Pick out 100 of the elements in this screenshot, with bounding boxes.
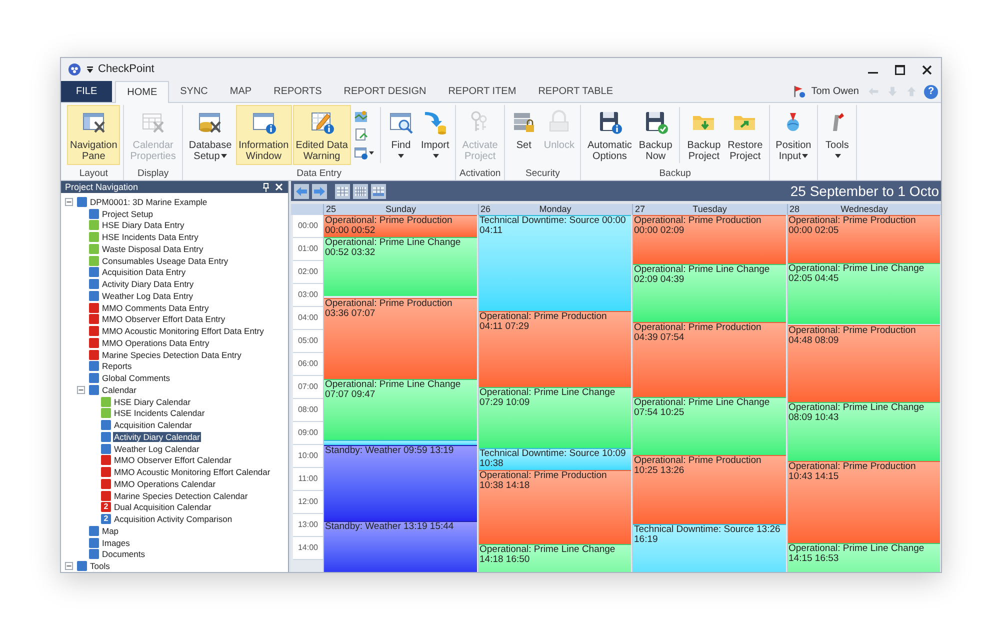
view-button[interactable]: [353, 184, 368, 199]
calendar-event[interactable]: Operational: Prime Line Change 02:05 04:45: [788, 262, 940, 324]
tree-item[interactable]: Acquisition Activity Comparison: [113, 514, 234, 524]
tree-item[interactable]: MMO Observer Effort Calendar: [113, 455, 232, 466]
time-label: 14:00: [298, 544, 318, 552]
ribbon-button[interactable]: Restore Project: [724, 105, 766, 165]
calendar-event[interactable]: Operational: Prime Production 03:36 07:07: [324, 298, 476, 379]
tree-item[interactable]: Tools: [89, 561, 111, 572]
app-icon[interactable]: [68, 63, 81, 76]
ribbon-button[interactable]: Database Setup: [186, 105, 235, 165]
ribbon-button[interactable]: Navigation Pane: [67, 105, 120, 165]
tree-item[interactable]: Activity Diary Calendar: [113, 432, 201, 442]
ribbon-button[interactable]: Edited Data Warning: [292, 105, 351, 165]
tree-item[interactable]: MMO Acoustic Monitoring Effort Calendar: [113, 467, 272, 478]
calendar-event[interactable]: Operational: Prime Production 00:00 00:52: [324, 215, 476, 237]
calendar-event[interactable]: Operational: Prime Line Change 07:07 09:47: [324, 378, 476, 440]
calendar-event[interactable]: Operational: Prime Line Change 14:15 16:53: [788, 542, 940, 572]
ribbon-button[interactable]: Backup Now: [636, 105, 676, 165]
calendar-event[interactable]: Operational: Prime Production 04:48 08:09: [788, 325, 940, 402]
close-icon[interactable]: [922, 64, 932, 74]
collapse-icon[interactable]: [65, 562, 73, 570]
tree-item[interactable]: Activity Diary Data Entry: [101, 279, 195, 290]
help-icon[interactable]: ?: [924, 84, 938, 98]
window-info-button[interactable]: [354, 145, 374, 160]
tree-item[interactable]: Weather Log Data Entry: [101, 290, 194, 301]
ribbon-button[interactable]: Find: [384, 105, 417, 165]
day-number: 27: [635, 205, 646, 214]
tree-item[interactable]: MMO Comments Data Entry: [101, 302, 210, 313]
tree-item[interactable]: Documents: [101, 549, 146, 560]
day-number: 26: [480, 205, 491, 214]
tree-item[interactable]: Acquisition Calendar: [113, 420, 193, 430]
calendar-event[interactable]: Operational: Prime Line Change 07:54 10:25: [633, 396, 786, 455]
calendar-event[interactable]: Operational: Prime Line Change 02:09 04:39: [633, 264, 786, 322]
calendar-event[interactable]: Operational: Prime Line Change 00:52 03:32: [324, 237, 476, 296]
tree-item[interactable]: HSE Incidents Data Entry: [101, 232, 200, 242]
ribbon-button[interactable]: Automatic Options: [584, 105, 635, 165]
tree-item[interactable]: Images: [101, 538, 131, 548]
calendar-event[interactable]: Operational: Prime Line Change 14:18 16:50: [478, 544, 631, 572]
tree-item[interactable]: Dual Acquisition Calendar: [113, 502, 212, 512]
map-button[interactable]: [354, 109, 370, 124]
ribbon-tab[interactable]: REPORT ITEM: [437, 81, 528, 102]
collapse-icon[interactable]: [65, 198, 73, 206]
calendar-event[interactable]: Operational: Prime Production 10:25 13:26: [633, 454, 786, 524]
ribbon-tab[interactable]: SYNC: [169, 81, 219, 102]
tree-item[interactable]: Waste Disposal Data Entry: [101, 244, 204, 254]
calendar-event[interactable]: Operational: Prime Production 10:38 14:18: [478, 470, 631, 544]
ribbon-tab[interactable]: REPORTS: [262, 81, 333, 102]
tree-item[interactable]: Marine Species Detection Data Entry: [101, 350, 242, 360]
tree-item[interactable]: Reports: [101, 361, 133, 372]
tree-item[interactable]: MMO Observer Effort Data Entry: [101, 314, 226, 324]
calendar-event[interactable]: Technical Downtime: Source 00:00 04:11: [478, 215, 631, 312]
calendar-event[interactable]: Technical Downtime: Source 10:09 10:38: [478, 448, 631, 470]
tree-item[interactable]: Consumables Useage Data Entry: [101, 256, 230, 266]
ribbon-tab[interactable]: HOME: [115, 81, 170, 103]
tree-item[interactable]: MMO Operations Calendar: [113, 478, 217, 489]
tree-item[interactable]: Global Comments: [101, 373, 172, 384]
day-number: 25: [326, 205, 336, 214]
calendar-event[interactable]: Operational: Prime Production 04:11 07:29: [478, 311, 631, 388]
ribbon-tab[interactable]: MAP: [218, 81, 263, 102]
view-button[interactable]: [335, 184, 350, 199]
tree-item[interactable]: Map: [101, 526, 120, 536]
ribbon-button[interactable]: Information Window: [236, 105, 292, 165]
tree-item[interactable]: Calendar: [101, 384, 138, 395]
file-tab[interactable]: FILE: [61, 81, 112, 102]
calendar-event[interactable]: Operational: Prime Line Change 08:09 10:43: [788, 402, 940, 462]
ribbon-button[interactable]: Backup Project: [684, 105, 724, 165]
tree-item[interactable]: DPM0001: 3D Marine Example: [89, 196, 208, 207]
ribbon-tab[interactable]: REPORT TABLE: [527, 81, 624, 102]
pin-icon[interactable]: [262, 182, 270, 192]
calendar-event[interactable]: Operational: Prime Production 10:43 14:15: [788, 461, 940, 543]
user-name[interactable]: Tom Owen: [811, 84, 859, 99]
tree-item[interactable]: HSE Diary Data Entry: [101, 220, 186, 230]
ribbon-tab[interactable]: REPORT DESIGN: [332, 81, 438, 102]
calendar-event[interactable]: Operational: Prime Production 00:00 02:05: [788, 215, 940, 263]
calendar-event[interactable]: Operational: Prime Line Change 07:29 10:09: [478, 387, 631, 448]
caret-icon[interactable]: [86, 66, 94, 74]
tree-item[interactable]: Project Setup: [101, 208, 154, 219]
tree-item[interactable]: HSE Diary Calendar: [113, 396, 192, 407]
ribbon-button[interactable]: Import: [418, 105, 452, 165]
tree-item[interactable]: Weather Log Calendar: [113, 444, 200, 454]
tree-item[interactable]: MMO Operations Data Entry: [101, 338, 210, 348]
tree-item[interactable]: Acquisition Data Entry: [101, 267, 187, 278]
ribbon-button[interactable]: Set: [508, 105, 540, 165]
calendar-event[interactable]: Operational: Prime Production 00:00 02:09: [633, 215, 786, 264]
tree-item[interactable]: MMO Acoustic Monitoring Effort Data Entry: [101, 326, 265, 336]
day-name: Wednesday: [840, 205, 888, 214]
view-button[interactable]: [371, 184, 386, 199]
calendar-event[interactable]: Operational: Prime Production 04:39 07:54: [633, 322, 786, 397]
calendar-event[interactable]: Standby: Weather 09:59 13:19: [324, 444, 476, 522]
document-button[interactable]: [354, 127, 370, 142]
calendar-event[interactable]: Standby: Weather 13:19 15:44: [324, 521, 476, 572]
collapse-icon[interactable]: [77, 386, 85, 394]
time-label: 10:00: [298, 452, 318, 460]
ribbon-button[interactable]: Tools: [821, 105, 854, 165]
maximize-icon[interactable]: [895, 64, 905, 74]
flag-icon[interactable]: [793, 85, 806, 98]
ribbon-button[interactable]: Position Input: [772, 105, 814, 165]
tree-item[interactable]: Marine Species Detection Calendar: [113, 490, 249, 501]
tree-item[interactable]: HSE Incidents Calendar: [113, 408, 206, 418]
calendar-event[interactable]: Technical Downtime: Source 13:26 16:19: [633, 524, 786, 572]
